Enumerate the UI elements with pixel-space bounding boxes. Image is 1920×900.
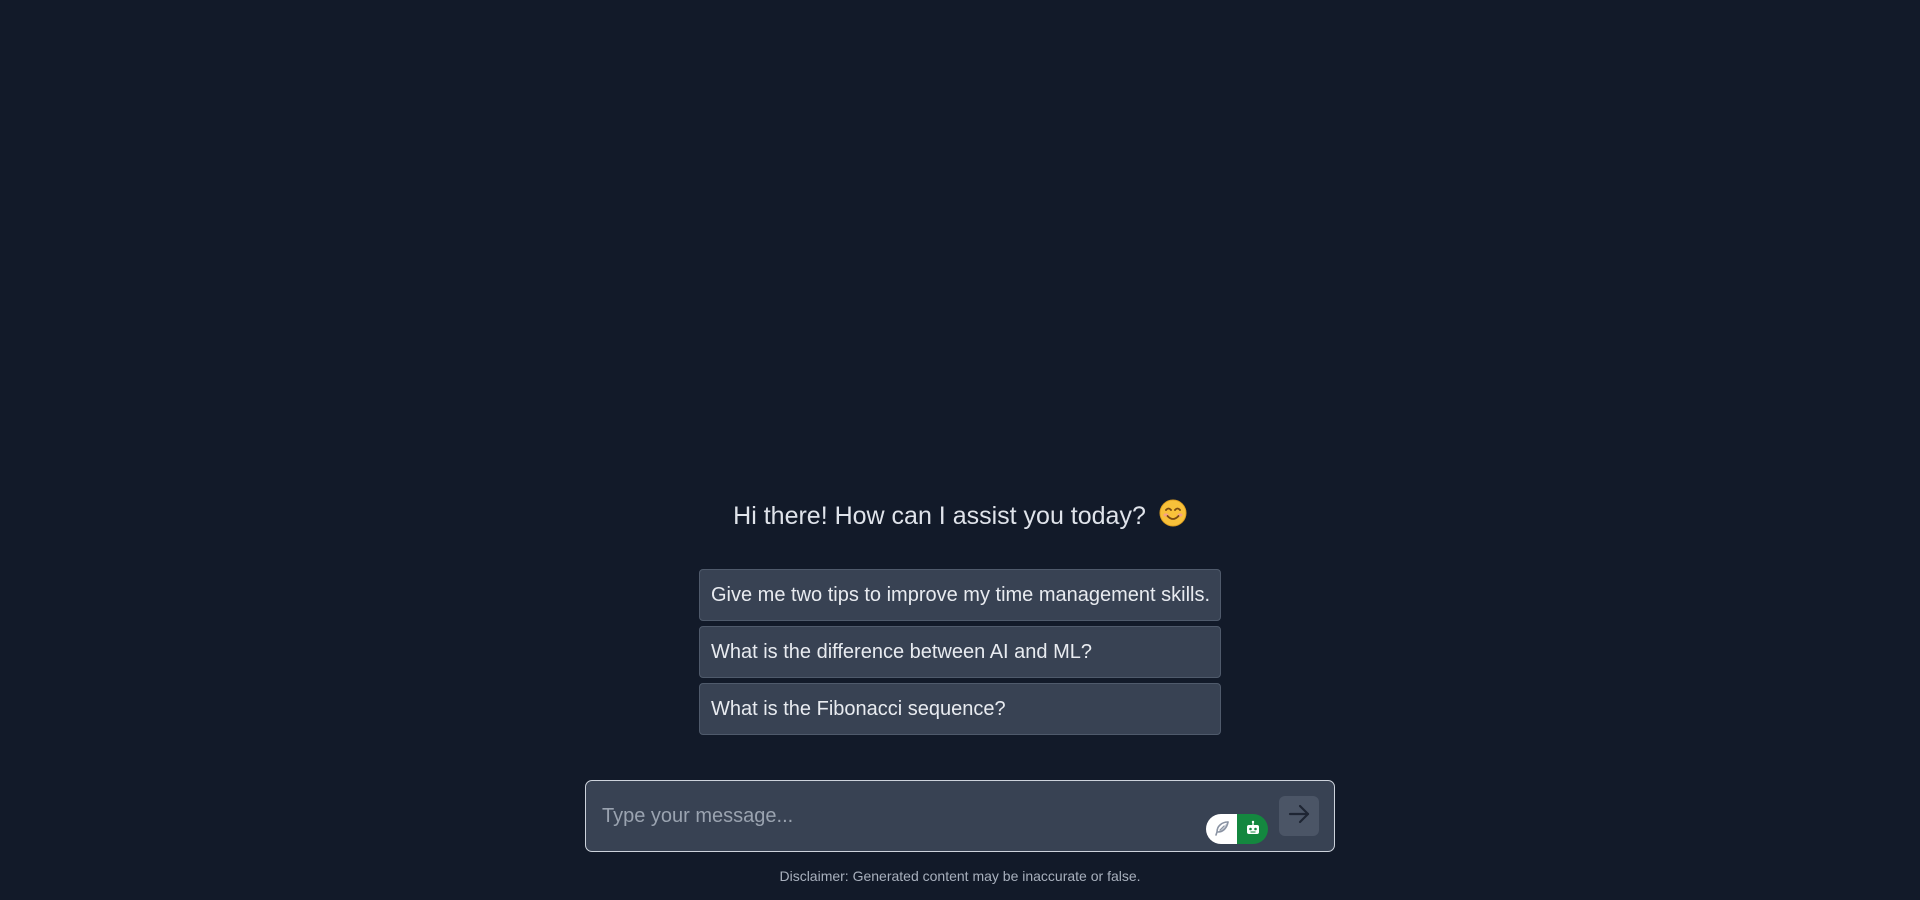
mode-toggle[interactable]	[1206, 814, 1268, 844]
suggestion-button[interactable]: What is the Fibonacci sequence?	[699, 683, 1221, 735]
message-input[interactable]	[600, 797, 1164, 835]
greeting-text: Hi there! How can I assist you today?	[733, 502, 1146, 531]
robot-icon[interactable]	[1237, 814, 1268, 844]
greeting: Hi there! How can I assist you today?	[0, 499, 1920, 536]
suggestion-list: Give me two tips to improve my time mana…	[699, 569, 1221, 740]
suggestion-button[interactable]: Give me two tips to improve my time mana…	[699, 569, 1221, 621]
feather-icon[interactable]	[1206, 814, 1237, 844]
suggestion-button[interactable]: What is the difference between AI and ML…	[699, 626, 1221, 678]
send-button[interactable]	[1279, 796, 1319, 836]
chat-page: Hi there! How can I assist you today? Gi…	[0, 0, 1920, 900]
disclaimer-text: Disclaimer: Generated content may be ina…	[779, 868, 1141, 884]
smiley-emoji-icon	[1159, 499, 1187, 536]
message-composer	[585, 780, 1335, 852]
arrow-right-icon	[1287, 802, 1311, 831]
